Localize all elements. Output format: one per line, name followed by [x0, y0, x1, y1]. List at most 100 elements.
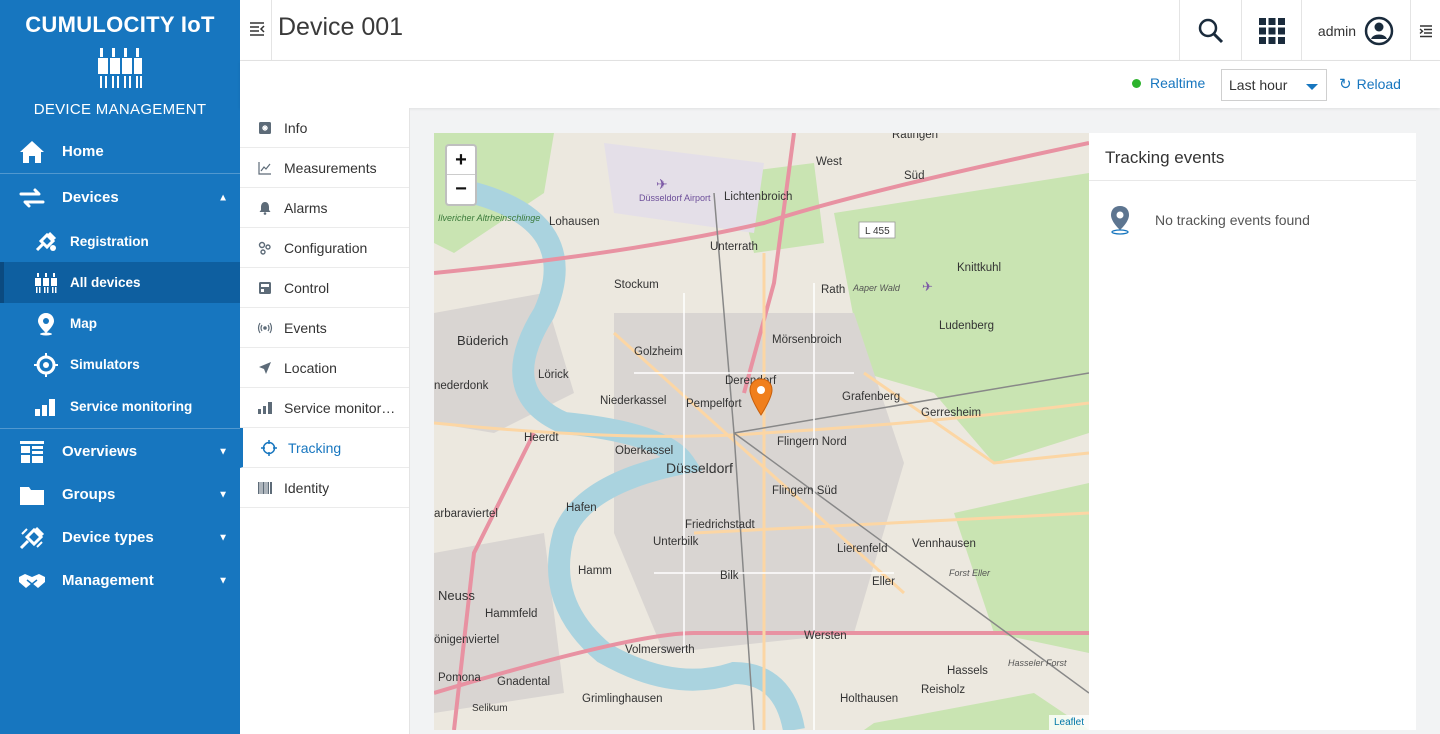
sidebar-item-service-monitoring[interactable]: Service monitoring — [0, 386, 240, 427]
sidebar-item-label: Overviews — [62, 443, 138, 460]
sidebar-item-home[interactable]: Home — [0, 130, 240, 173]
tracking-events-title: Tracking events — [1089, 133, 1416, 181]
tab-label: Location — [284, 359, 337, 376]
empty-state: No tracking events found — [1089, 181, 1416, 259]
sidebar-item-label: Groups — [62, 486, 116, 503]
leaflet-attribution-link[interactable]: Leaflet — [1048, 715, 1089, 730]
sidebar-item-devices[interactable]: Devices ▲ — [0, 176, 240, 219]
action-bar: Realtime Last hour ↻ Reload — [240, 61, 1440, 108]
map-label: Gnadental — [497, 676, 550, 688]
sidebar-item-all-devices[interactable]: All devices — [0, 262, 240, 303]
sidebar-item-label: Device types — [62, 529, 154, 546]
map-label: Golzheim — [634, 346, 683, 358]
sidebar-item-management[interactable]: Management ▼ — [0, 559, 240, 602]
zoom-in-button[interactable]: + — [447, 146, 475, 175]
chevron-down-icon: ▼ — [218, 575, 228, 586]
reload-button[interactable]: ↻ Reload — [1339, 75, 1401, 93]
tab-info[interactable]: Info — [240, 108, 409, 148]
divider — [271, 0, 272, 61]
toggle-right-drawer-button[interactable] — [1411, 0, 1440, 61]
map-label: Heerdt — [524, 432, 559, 444]
map-pin-icon — [1111, 206, 1129, 235]
map-label: Volmerswerth — [625, 644, 695, 656]
map-label: nederdonk — [434, 380, 489, 392]
map-label: Friedrichstadt — [685, 519, 755, 531]
devices-logo-icon — [98, 48, 142, 88]
toggle-navigator-icon[interactable] — [248, 19, 268, 39]
search-button[interactable] — [1179, 0, 1241, 61]
crosshair-icon — [261, 439, 277, 456]
user-menu-button[interactable]: admin — [1301, 0, 1411, 61]
map-label: West — [816, 156, 843, 168]
sidebar-item-simulators[interactable]: Simulators — [0, 344, 240, 385]
tab-tracking[interactable]: Tracking — [240, 428, 409, 468]
map-label: Düsseldorf Airport — [639, 193, 711, 203]
chevron-down-icon: ▼ — [218, 446, 228, 457]
brand: CUMULOCITY IoT DEVICE MANAGEMENT — [0, 0, 240, 130]
map-label: Wersten — [804, 630, 847, 642]
tab-label: Tracking — [288, 439, 342, 456]
sidebar-item-map[interactable]: Map — [0, 303, 240, 344]
map-label: Hasseler Forst — [1008, 658, 1067, 668]
time-range-select[interactable]: Last hour — [1221, 69, 1327, 101]
map-label: Oberkassel — [615, 445, 673, 457]
map-label: Lichtenbroich — [724, 191, 792, 203]
map-pin-icon — [32, 310, 60, 338]
simulators-icon — [32, 351, 60, 379]
bell-icon — [257, 200, 273, 216]
brand-title: CUMULOCITY IoT — [25, 12, 215, 37]
tracking-map[interactable]: Ratingen West Süd Lohausen Lichtenbroich… — [434, 133, 1089, 730]
map-label: Unterrath — [710, 241, 758, 253]
sidebar-item-label: Registration — [70, 234, 149, 249]
zoom-control: + − — [445, 144, 477, 206]
map-label: önigenviertel — [434, 634, 499, 646]
sidebar-item-device-types[interactable]: Device types ▼ — [0, 516, 240, 559]
sidebar-item-label: Simulators — [70, 357, 140, 372]
airport-icon: ✈ — [656, 176, 668, 192]
username: admin — [1317, 22, 1357, 39]
grid-icon — [1258, 17, 1285, 44]
tab-label: Configuration — [284, 239, 368, 256]
control-icon — [257, 280, 273, 296]
map-label: Ratingen — [892, 133, 938, 141]
tab-events[interactable]: Events — [240, 308, 409, 348]
tab-label: Identity — [284, 479, 330, 496]
bar-chart-icon — [257, 400, 273, 416]
barcode-icon — [257, 480, 273, 496]
map-label: Flingern Nord — [777, 436, 847, 448]
zoom-out-button[interactable]: − — [447, 175, 475, 204]
map-label: Ludenberg — [939, 320, 994, 332]
map-label: Grimlinghausen — [582, 693, 663, 705]
divider — [0, 173, 240, 174]
app-switcher-button[interactable] — [1241, 0, 1301, 61]
realtime-toggle[interactable]: Realtime — [1132, 75, 1205, 91]
empty-state-text: No tracking events found — [1155, 212, 1310, 228]
map-label: Selikum — [472, 703, 508, 714]
all-devices-icon — [32, 269, 60, 297]
map-label: Forst Eller — [949, 568, 991, 578]
location-arrow-icon — [257, 360, 273, 376]
tab-location[interactable]: Location — [240, 348, 409, 388]
status-dot-icon — [1132, 78, 1141, 88]
tab-label: Service monitoring — [284, 399, 396, 416]
map-label: Unterbilk — [653, 536, 699, 548]
map-label: Gerresheim — [921, 407, 981, 419]
tab-control[interactable]: Control — [240, 268, 409, 308]
tab-service-monitoring[interactable]: Service monitoring — [240, 388, 409, 428]
tab-alarms[interactable]: Alarms — [240, 188, 409, 228]
sidebar-item-overviews[interactable]: Overviews ▼ — [0, 430, 240, 473]
map-label: arbaraviertel — [434, 508, 498, 520]
tab-configuration[interactable]: Configuration — [240, 228, 409, 268]
map-label: Düsseldorf — [666, 460, 733, 476]
map-label: Knittkuhl — [957, 262, 1001, 274]
info-icon — [257, 120, 273, 136]
tab-measurements[interactable]: Measurements — [240, 148, 409, 188]
home-icon — [18, 138, 46, 166]
map-label: Ilvericher Altrheinschlinge — [438, 213, 540, 223]
tab-identity[interactable]: Identity — [240, 468, 409, 508]
sidebar-item-groups[interactable]: Groups ▼ — [0, 473, 240, 516]
chevron-up-icon: ▲ — [218, 192, 228, 203]
tab-label: Events — [284, 319, 327, 336]
device-types-icon — [18, 524, 46, 552]
sidebar-item-registration[interactable]: Registration — [0, 221, 240, 262]
